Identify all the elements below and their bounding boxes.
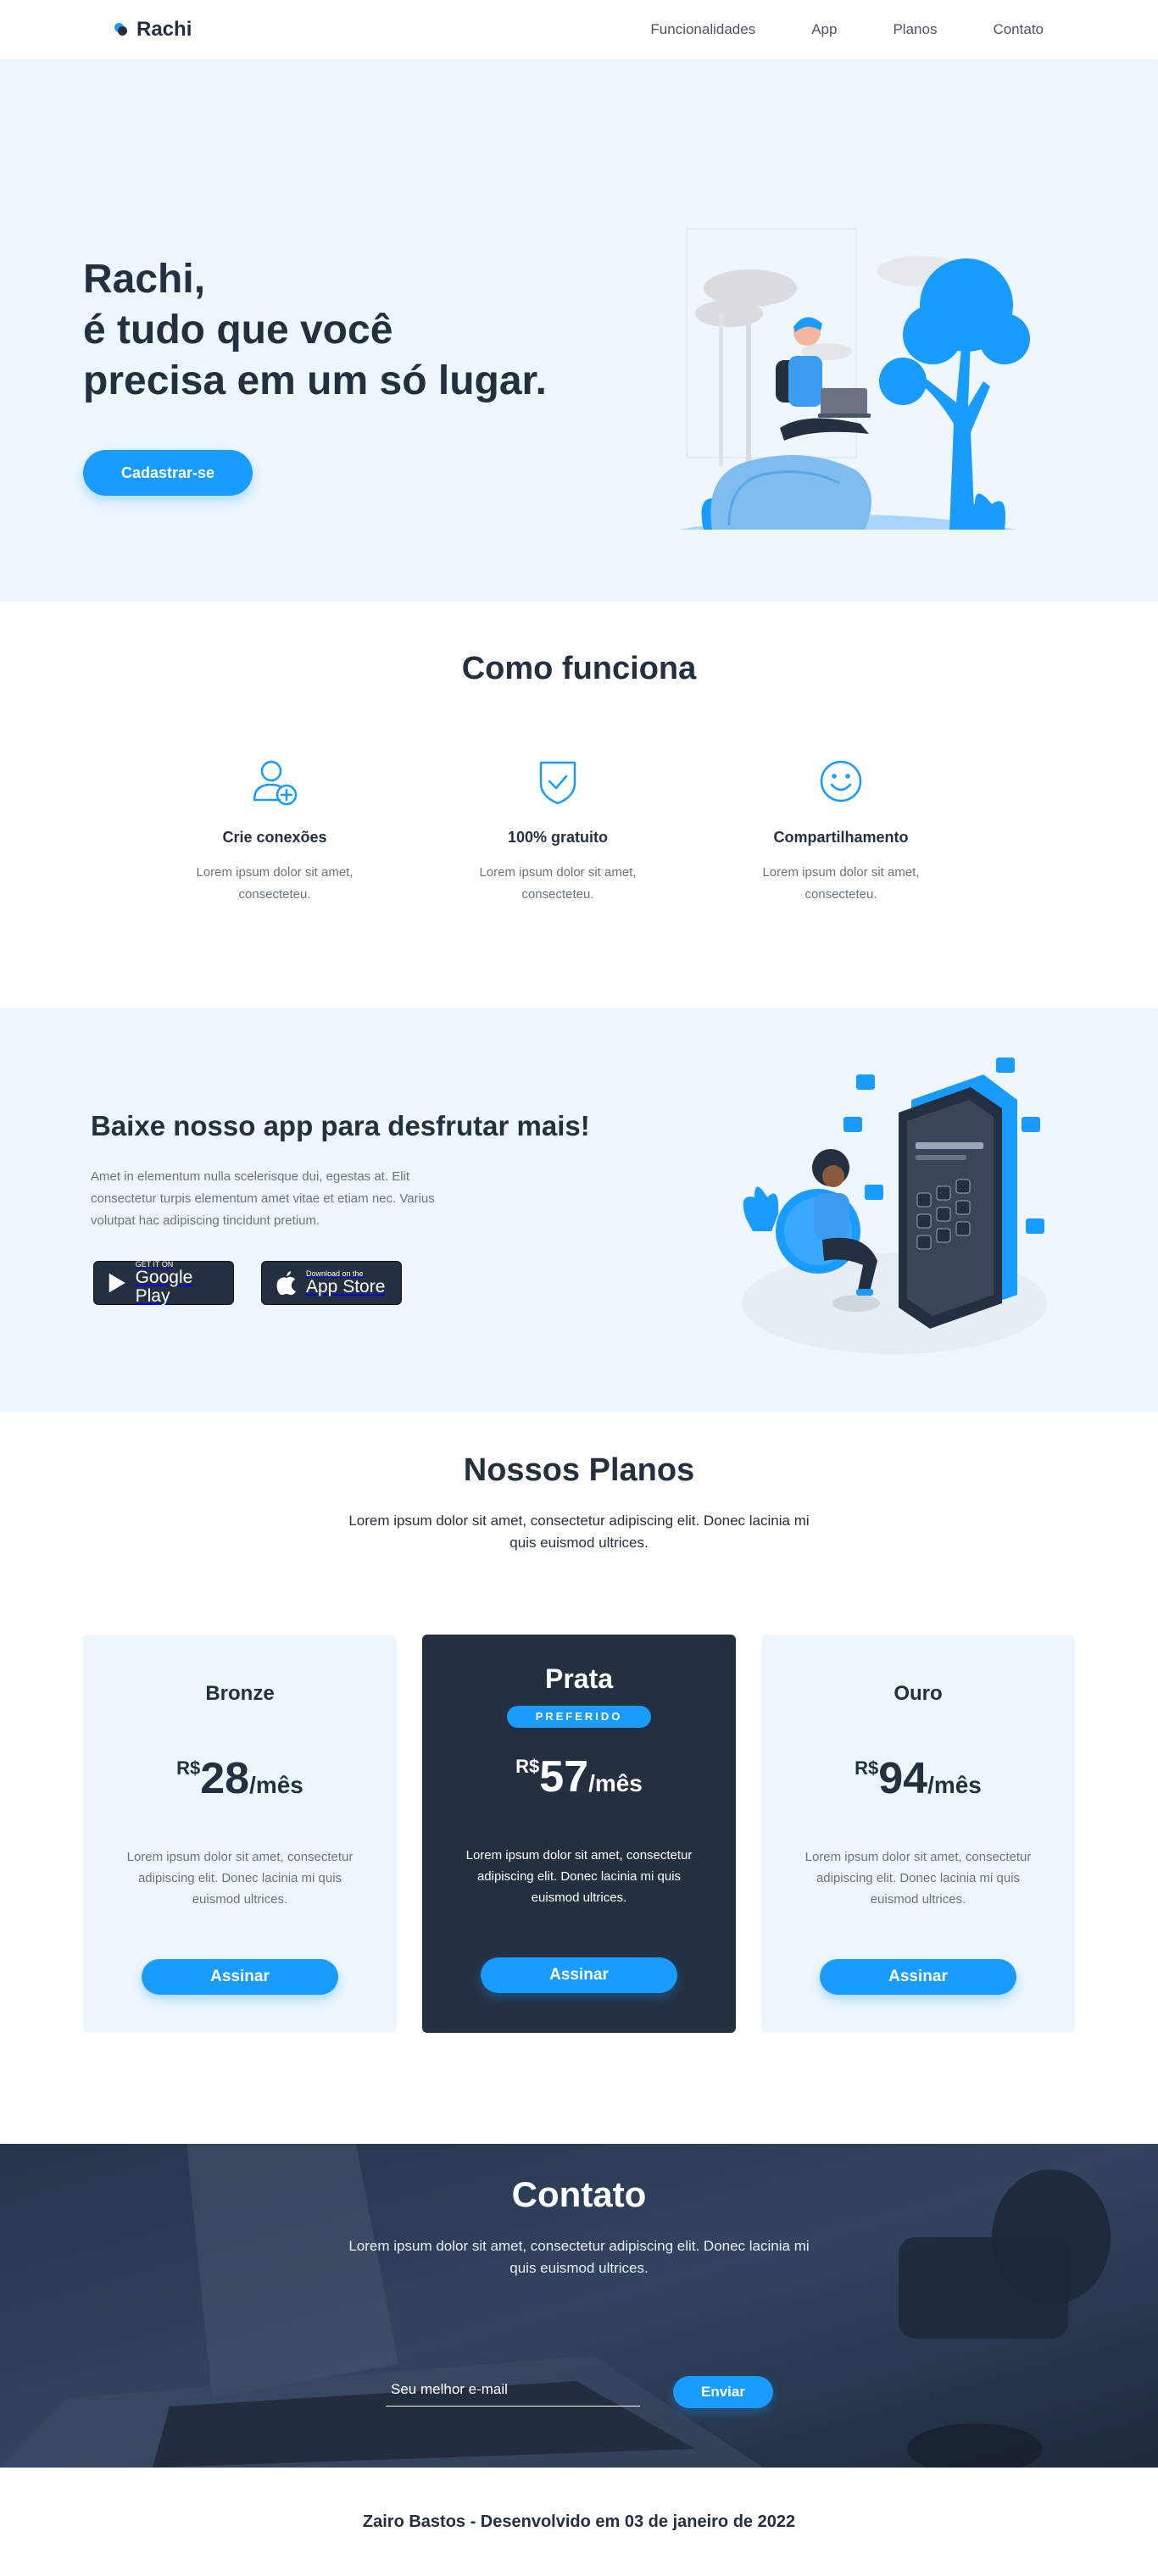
plans-section: Nossos Planos Lorem ipsum dolor sit amet…: [0, 1412, 1158, 2144]
plan-currency: R$: [515, 1756, 540, 1777]
plan-desc: Lorem ipsum dolor sit amet, consectetur …: [126, 1850, 354, 1907]
app-store-big-text: App Store: [306, 1277, 386, 1296]
plan-price-value: 57: [539, 1752, 589, 1802]
hero-title-line: precisa em um só lugar.: [83, 358, 547, 403]
plan-card-prata: Prata PREFERIDO R$57/mês Lorem ipsum dol…: [422, 1635, 736, 2033]
how-title: Como funciona: [461, 651, 697, 686]
preferred-badge: PREFERIDO: [507, 1706, 651, 1728]
header: Rachi Funcionalidades App Planos Contato: [0, 0, 1158, 59]
plans-subtitle: Lorem ipsum dolor sit amet, consectetur …: [348, 1513, 810, 1551]
app-store-button[interactable]: Download on the App Store: [261, 1261, 402, 1305]
google-play-icon: [109, 1273, 125, 1293]
send-button[interactable]: Enviar: [673, 2376, 773, 2408]
footer-text: Zairo Bastos - Desenvolvido em 03 de jan…: [362, 2512, 796, 2531]
plan-currency: R$: [176, 1757, 201, 1779]
hero-section: Rachi, é tudo que você precisa em um só …: [0, 59, 1158, 602]
google-play-button[interactable]: GET IT ON Google Play: [93, 1260, 234, 1306]
plan-currency: R$: [855, 1757, 879, 1779]
footer: Zairo Bastos - Desenvolvido em 03 de jan…: [0, 2468, 1158, 2576]
feature-title: 100% gratuito: [507, 829, 609, 846]
google-play-big-text: Google Play: [135, 1268, 193, 1306]
plan-card-bronze: Bronze R$28/mês Lorem ipsum dolor sit am…: [83, 1635, 397, 2033]
plan-desc: Lorem ipsum dolor sit amet, consectetur …: [465, 1848, 693, 1905]
feature-desc: Lorem ipsum dolor sit amet, consecteteu.: [479, 865, 637, 902]
signup-button[interactable]: Cadastrar-se: [83, 450, 253, 496]
nav-item-app[interactable]: App: [811, 21, 837, 38]
nav-item-planos[interactable]: Planos: [893, 21, 937, 38]
app-title: Baixe nosso app para desfrutar mais!: [91, 1110, 590, 1141]
plan-price-value: 94: [878, 1754, 928, 1803]
subscribe-button-prata[interactable]: Assinar: [481, 1957, 677, 1993]
plan-name: Prata: [544, 1663, 614, 1694]
logo[interactable]: Rachi: [114, 18, 192, 42]
apple-icon: [276, 1271, 296, 1296]
plan-cards: Bronze R$28/mês Lorem ipsum dolor sit am…: [83, 1635, 1075, 2033]
subscribe-button-bronze[interactable]: Assinar: [142, 1959, 338, 1995]
feature-item: Compartilhamento Lorem ipsum dolor sit a…: [749, 754, 933, 906]
feature-title: Crie conexões: [222, 829, 327, 846]
plan-price: R$28/mês: [83, 1753, 397, 1804]
plan-period: /mês: [927, 1772, 982, 1798]
page: Rachi Funcionalidades App Planos Contato…: [0, 0, 1158, 2576]
plan-price-value: 28: [200, 1754, 250, 1803]
plans-title: Nossos Planos: [463, 1452, 695, 1488]
hero-title: Rachi, é tudo que você precisa em um só …: [83, 254, 626, 407]
logo-mark-icon: [114, 23, 128, 36]
nav-item-contato[interactable]: Contato: [993, 21, 1044, 38]
plan-card-ouro: Ouro R$94/mês Lorem ipsum dolor sit amet…: [761, 1635, 1075, 2033]
google-play-label: GET IT ON Google Play: [136, 1260, 220, 1306]
subscribe-button-ouro[interactable]: Assinar: [820, 1959, 1016, 1995]
contact-title: Contato: [511, 2174, 647, 2214]
plan-period: /mês: [249, 1772, 303, 1798]
feature-title: Compartilhamento: [773, 829, 909, 846]
plan-price: R$94/mês: [761, 1753, 1075, 1804]
plan-price: R$57/mês: [422, 1752, 736, 1802]
hero-title-line: é tudo que você: [83, 308, 393, 353]
nav-item-funcionalidades[interactable]: Funcionalidades: [650, 21, 755, 38]
feature-desc: Lorem ipsum dolor sit amet, consecteteu.: [762, 865, 920, 902]
email-input[interactable]: [386, 2373, 640, 2407]
smile-icon: [814, 754, 868, 808]
plan-name: Bronze: [205, 1682, 275, 1705]
user-add-icon: [248, 754, 302, 808]
features-list: Crie conexões Lorem ipsum dolor sit amet…: [183, 754, 933, 906]
shield-check-icon: [531, 754, 585, 808]
app-desc: Amet in elementum nulla scelerisque dui,…: [91, 1169, 435, 1228]
plan-name: Ouro: [894, 1682, 943, 1705]
app-illustration: [742, 1058, 1047, 1354]
app-section: Baixe nosso app para desfrutar mais! Ame…: [0, 1008, 1158, 1412]
logo-text: Rachi: [136, 18, 192, 41]
contact-section: Contato Lorem ipsum dolor sit amet, cons…: [0, 2144, 1158, 2468]
hero-illustration: [678, 228, 1030, 530]
contact-subtitle: Lorem ipsum dolor sit amet, consectetur …: [348, 2238, 810, 2276]
feature-desc: Lorem ipsum dolor sit amet, consecteteu.: [196, 865, 354, 902]
plan-period: /mês: [588, 1770, 643, 1796]
how-it-works-section: Como funciona Crie conexões Lorem ipsum …: [0, 602, 1158, 1008]
plan-desc: Lorem ipsum dolor sit amet, consectetur …: [804, 1850, 1032, 1907]
feature-item: 100% gratuito Lorem ipsum dolor sit amet…: [466, 754, 649, 906]
feature-item: Crie conexões Lorem ipsum dolor sit amet…: [183, 754, 366, 906]
app-store-label: Download on the App Store: [306, 1269, 385, 1296]
main-nav: Funcionalidades App Planos Contato: [650, 21, 1044, 38]
hero-title-line: Rachi,: [83, 257, 206, 302]
